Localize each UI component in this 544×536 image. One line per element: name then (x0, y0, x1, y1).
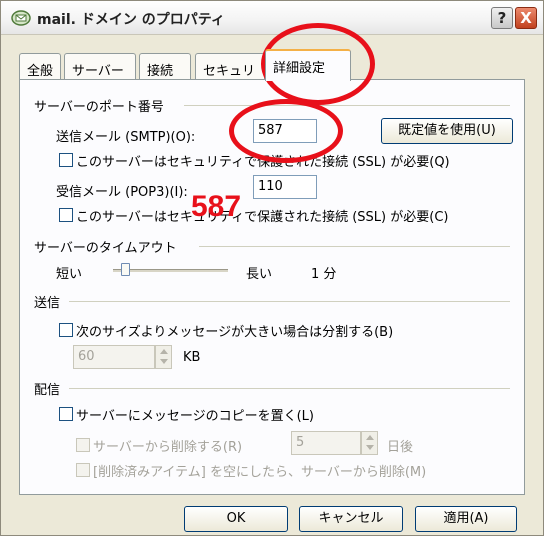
remove-deleted-label: [削除済みアイテム] を空にしたら、サーバーから削除(M) (93, 465, 427, 480)
smtp-port-label: 送信メール (SMTP)(O): (56, 130, 196, 145)
leave-copy-label: サーバーにメッセージのコピーを置く(L) (76, 409, 314, 424)
split-message-label: 次のサイズよりメッセージが大きい場合は分割する(B) (76, 325, 394, 340)
tab-security[interactable]: セキュリティ (195, 53, 265, 81)
pop3-ssl-label: このサーバーはセキュリティで保護された接続 (SSL) が必要(C) (76, 210, 449, 225)
split-size-input[interactable]: 60 (73, 345, 155, 369)
ok-button[interactable]: OK (184, 506, 288, 532)
pop3-port-input[interactable]: 110 (253, 175, 317, 199)
timeout-value: 1 分 (311, 267, 337, 282)
apply-button[interactable]: 適用(A) (415, 506, 517, 532)
remove-after-label: サーバーから削除する(R) (93, 440, 243, 455)
ports-heading: サーバーのポート番号 (34, 100, 164, 115)
split-size-unit: KB (183, 350, 201, 365)
help-icon[interactable]: ? (491, 7, 513, 29)
mail-account-icon (11, 9, 31, 27)
ports-divider (184, 105, 510, 106)
remove-deleted-checkbox[interactable] (76, 463, 90, 477)
smtp-ssl-checkbox[interactable] (59, 153, 73, 167)
timeout-short-label: 短い (56, 267, 83, 282)
timeout-slider-track[interactable] (113, 269, 228, 272)
split-size-spinner[interactable] (155, 345, 172, 369)
remove-after-checkbox[interactable] (76, 438, 90, 452)
highlight-ring-smtp-port (229, 99, 343, 163)
sending-heading: 送信 (34, 296, 61, 311)
pop3-port-label: 受信メール (POP3)(I): (56, 185, 188, 200)
leave-copy-checkbox[interactable] (59, 407, 73, 421)
delivery-divider (69, 388, 510, 389)
use-defaults-button[interactable]: 既定値を使用(U) (381, 118, 513, 144)
remove-days-spinner[interactable] (361, 431, 378, 455)
timeout-slider-thumb[interactable] (121, 263, 131, 276)
annotation-callout: 587 (191, 190, 242, 223)
window-title: mail. ドメイン のプロパティ (37, 12, 225, 28)
cancel-button[interactable]: キャンセル (299, 506, 403, 532)
remove-days-unit: 日後 (387, 440, 414, 455)
tab-servers[interactable]: サーバー (64, 53, 136, 81)
tab-connection[interactable]: 接続 (139, 53, 191, 81)
timeout-long-label: 長い (246, 267, 273, 282)
properties-dialog: mail. ドメイン のプロパティ ? X 全般 サーバー 接続 セキュリティ … (0, 0, 544, 536)
split-message-checkbox[interactable] (59, 323, 73, 337)
close-icon[interactable]: X (515, 7, 537, 29)
title-bar: mail. ドメイン のプロパティ ? X (1, 1, 543, 35)
remove-days-input[interactable]: 5 (291, 431, 361, 455)
tab-general[interactable]: 全般 (19, 53, 61, 81)
tab-advanced[interactable]: 詳細設定 (265, 49, 351, 81)
timeout-divider (199, 246, 510, 247)
timeout-heading: サーバーのタイムアウト (34, 241, 177, 256)
pop3-ssl-checkbox[interactable] (59, 208, 73, 222)
delivery-heading: 配信 (34, 383, 61, 398)
sending-divider (69, 301, 510, 302)
